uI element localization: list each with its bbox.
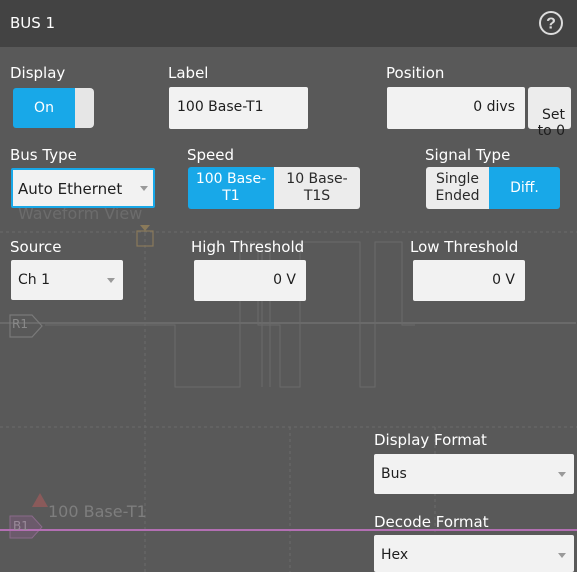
low-threshold-value: 0 V	[492, 272, 515, 288]
high-threshold-value: 0 V	[273, 272, 296, 288]
bus-type-label: Bus Type	[10, 146, 77, 164]
position-label: Position	[386, 64, 445, 82]
label-input[interactable]: 100 Base-T1	[169, 87, 308, 129]
high-threshold-input[interactable]: 0 V	[194, 260, 306, 301]
speed-option-10-base-t1s[interactable]: 10 Base- T1S	[274, 167, 360, 209]
position-input-value: 0 divs	[473, 99, 515, 115]
bus-waveform-label: 100 Base-T1	[48, 502, 147, 521]
source-value: Ch 1	[18, 272, 51, 288]
speed-option-10-label: 10 Base- T1S	[286, 171, 348, 204]
bus-type-select[interactable]: Auto Ethernet	[11, 168, 155, 208]
label-input-value: 100 Base-T1	[177, 99, 264, 115]
source-select[interactable]: Ch 1	[11, 260, 123, 300]
help-icon[interactable]: ?	[538, 10, 564, 36]
display-toggle[interactable]: On	[13, 88, 94, 128]
display-toggle-value: On	[34, 100, 54, 116]
low-threshold-input[interactable]: 0 V	[413, 260, 525, 301]
set-to-zero-label: Set to 0	[537, 107, 565, 139]
chevron-down-icon	[558, 553, 566, 558]
speed-option-100-base-t1[interactable]: 100 Base- T1	[188, 167, 274, 209]
speed-segmented-control[interactable]: 100 Base- T1 10 Base- T1S	[188, 167, 360, 209]
decode-format-value: Hex	[381, 547, 409, 563]
label-field-label: Label	[168, 64, 209, 82]
display-format-select[interactable]: Bus	[374, 454, 574, 494]
set-to-zero-button[interactable]: Set to 0	[528, 87, 571, 139]
signal-option-single-label: Single Ended	[435, 171, 480, 204]
bus-config-panel: Waveform View R1 B1 100 Base-T1 Display …	[0, 47, 577, 572]
position-input[interactable]: 0 divs	[387, 87, 525, 129]
window-title: BUS 1	[10, 14, 56, 32]
decode-format-label: Decode Format	[374, 513, 489, 531]
speed-option-100-label: 100 Base- T1	[195, 171, 267, 204]
ref-badge: R1	[12, 317, 28, 331]
signal-option-diff-label: Diff.	[510, 179, 539, 196]
chevron-down-icon	[107, 278, 115, 283]
display-format-value: Bus	[381, 466, 407, 482]
signal-type-label: Signal Type	[425, 146, 511, 164]
display-format-label: Display Format	[374, 431, 487, 449]
decode-format-select[interactable]: Hex	[374, 535, 574, 572]
bus-badge: B1	[13, 519, 29, 533]
display-toggle-thumb[interactable]	[75, 88, 94, 128]
title-bar: BUS 1 ?	[0, 0, 577, 47]
source-label: Source	[10, 238, 62, 256]
speed-label: Speed	[187, 146, 235, 164]
signal-type-segmented-control[interactable]: Single Ended Diff.	[426, 167, 560, 209]
chevron-down-icon	[558, 472, 566, 477]
svg-text:?: ?	[546, 16, 556, 33]
chevron-down-icon	[140, 186, 148, 191]
signal-option-single-ended[interactable]: Single Ended	[426, 167, 489, 209]
high-threshold-label: High Threshold	[191, 238, 305, 256]
display-on-button[interactable]: On	[13, 88, 75, 128]
display-label: Display	[10, 64, 66, 82]
low-threshold-label: Low Threshold	[410, 238, 519, 256]
bus-type-value: Auto Ethernet	[18, 180, 123, 198]
signal-option-diff[interactable]: Diff.	[489, 167, 560, 209]
